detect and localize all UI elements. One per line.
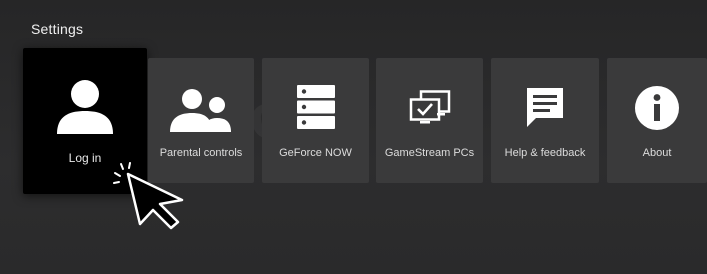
people-icon bbox=[170, 89, 231, 132]
tile-label: GeForce NOW bbox=[279, 147, 352, 159]
tile-label: Parental controls bbox=[159, 147, 243, 159]
tile-help-feedback[interactable]: Help & feedback bbox=[491, 58, 599, 183]
tile-label: GameStream PCs bbox=[384, 147, 475, 159]
page-title: Settings bbox=[31, 21, 84, 37]
person-icon bbox=[57, 80, 113, 134]
monitors-check-icon bbox=[409, 90, 450, 124]
chat-bubble-icon bbox=[527, 88, 563, 127]
settings-screen: adopt Settings Log in Parental controls … bbox=[0, 0, 707, 274]
cursor-pointer-icon bbox=[113, 162, 184, 230]
server-icon bbox=[296, 85, 335, 129]
tile-about[interactable]: About bbox=[607, 58, 707, 183]
info-icon bbox=[635, 86, 679, 130]
tile-label: About bbox=[642, 147, 672, 159]
tile-gamestream-pcs[interactable]: GameStream PCs bbox=[376, 58, 483, 183]
tile-geforce-now[interactable]: GeForce NOW bbox=[262, 58, 369, 183]
tile-label: Help & feedback bbox=[504, 147, 586, 159]
